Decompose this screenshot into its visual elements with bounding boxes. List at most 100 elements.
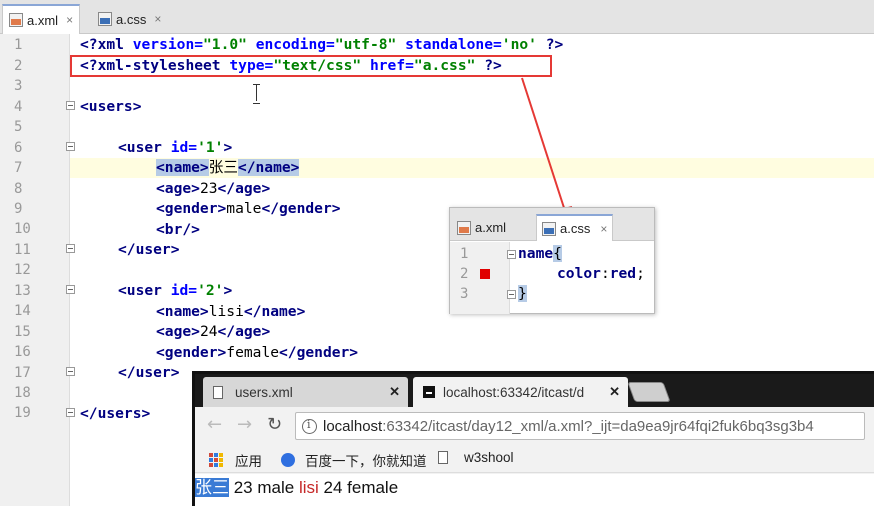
tab-a-xml[interactable]: a.xml [452,214,511,241]
close-icon[interactable]: × [66,13,73,27]
attr-value: '2' [197,282,224,299]
code-line-13: <user id='2'> [118,281,232,301]
code-line-7: <name>张三</name> [156,158,300,178]
rendered-page: 张三 23 male lisi 24 female [195,474,874,506]
xml-tag: <age> [156,180,200,197]
new-tab-button[interactable] [627,382,671,402]
forward-button[interactable]: → [237,414,252,435]
css-line-1: name{ [518,244,562,264]
css-value: red [609,265,637,282]
bookmark-baidu[interactable]: 百度一下，你就知道 [281,450,427,470]
back-button[interactable]: ← [207,414,222,435]
xml-tag: </age> [217,323,271,340]
bookmark-w3shool[interactable]: w3shool [438,450,514,465]
apps-grid-icon [209,453,223,467]
text-content: 24 [199,323,218,340]
line-number: 16 [14,344,31,360]
tab-a-css[interactable]: a.css × [536,214,614,241]
browser-tab-localhost[interactable]: localhost:63342/itcast/d ✕ [413,377,628,407]
bookmark-label: 应用 [235,454,262,469]
line-number: 12 [14,262,31,278]
fold-marker-icon[interactable] [66,101,75,110]
fold-marker-icon[interactable] [507,250,516,259]
xml-file-icon [9,13,23,27]
line-number: 9 [14,201,23,217]
xml-tag: <br/> [156,221,200,238]
xml-tag: </users> [80,405,151,422]
xml-tag: > [223,282,233,299]
attr-name: id= [161,282,198,299]
close-tab-icon[interactable]: ✕ [609,384,620,400]
code-line-14: <name>lisi</name> [156,302,305,322]
bookmark-apps[interactable]: 应用 [209,450,262,470]
code-line-16: <gender>female</gender> [156,343,358,363]
browser-tab-label: localhost:63342/itcast/d [443,384,585,400]
pi-open: <? [80,36,98,53]
annotation-highlight-box [70,55,552,77]
xml-tag: </user> [118,241,180,258]
tab-label: a.xml [27,12,59,28]
line-number: 1 [460,246,469,262]
xml-tag: <gender> [156,200,227,217]
css-line-3: } [518,284,527,304]
attr-name: encoding= [246,36,335,53]
tab-a-xml[interactable]: a.xml × [2,4,81,34]
close-icon[interactable]: × [600,222,607,236]
breakpoint-icon[interactable] [480,269,490,279]
browser-tab-label: users.xml [235,384,293,400]
fold-marker-icon[interactable] [66,285,75,294]
line-number: 6 [14,140,23,156]
code-line-17: </user> [118,363,180,383]
pi-close: ?> [536,36,564,53]
page-icon [213,385,223,399]
attr-name: standalone= [396,36,502,53]
css-semicolon: ; [636,265,645,282]
line-number: 13 [14,283,31,299]
css-brace: { [553,245,562,262]
line-number: 18 [14,385,31,401]
reload-button[interactable]: ↻ [267,414,282,435]
css-property: color [557,265,601,282]
text-content: male [226,200,262,217]
info-icon[interactable] [302,418,317,434]
attr-value: "1.0" [203,36,247,53]
browser-tab-strip: users.xml ✕ localhost:63342/itcast/d ✕ [195,374,874,407]
css-selector: name [518,245,554,262]
address-bar[interactable]: localhost:63342/itcast/day12_xml/a.xml?_… [295,412,865,440]
code-line-1: <?xml version="1.0" encoding="utf-8" sta… [80,35,563,55]
line-number: 2 [460,266,469,282]
close-tab-icon[interactable]: ✕ [389,384,400,400]
line-number: 15 [14,324,31,340]
attr-name: id= [161,139,198,156]
attr-value: "utf-8" [334,36,397,53]
xml-tag: </gender> [279,344,359,361]
close-icon[interactable]: × [154,12,161,26]
fold-marker-icon[interactable] [66,408,75,417]
rendered-name-2: lisi [298,478,319,497]
fold-marker-icon[interactable] [66,367,75,376]
code-line-11: </user> [118,240,180,260]
fold-marker-icon[interactable] [66,142,75,151]
line-number: 4 [14,99,23,115]
text-cursor-icon [252,84,262,104]
browser-tab-users-xml[interactable]: users.xml ✕ [203,377,408,407]
css-brace: } [518,285,527,302]
tab-a-css[interactable]: a.css × [92,4,167,34]
code-line-4: <users> [80,97,142,117]
line-number: 10 [14,221,31,237]
url-host: localhost [323,417,383,435]
text-content: lisi [208,303,244,320]
code-line-15: <age>24</age> [156,322,270,342]
text-content: 23 [199,180,218,197]
bookmark-label: 百度一下，你就知道 [305,454,427,469]
bookmark-label: w3shool [464,450,514,465]
browser-nav-bar: ← → ↻ localhost:63342/itcast/day12_xml/a… [195,407,874,445]
code-line-19: </users> [80,404,150,424]
xml-tag: > [223,139,233,156]
line-number: 7 [14,160,23,176]
fold-marker-icon[interactable] [507,290,516,299]
xml-tag: <age> [156,323,200,340]
fold-marker-icon[interactable] [66,244,75,253]
text-content: female [226,344,280,361]
xml-tag: <name> [156,303,209,320]
